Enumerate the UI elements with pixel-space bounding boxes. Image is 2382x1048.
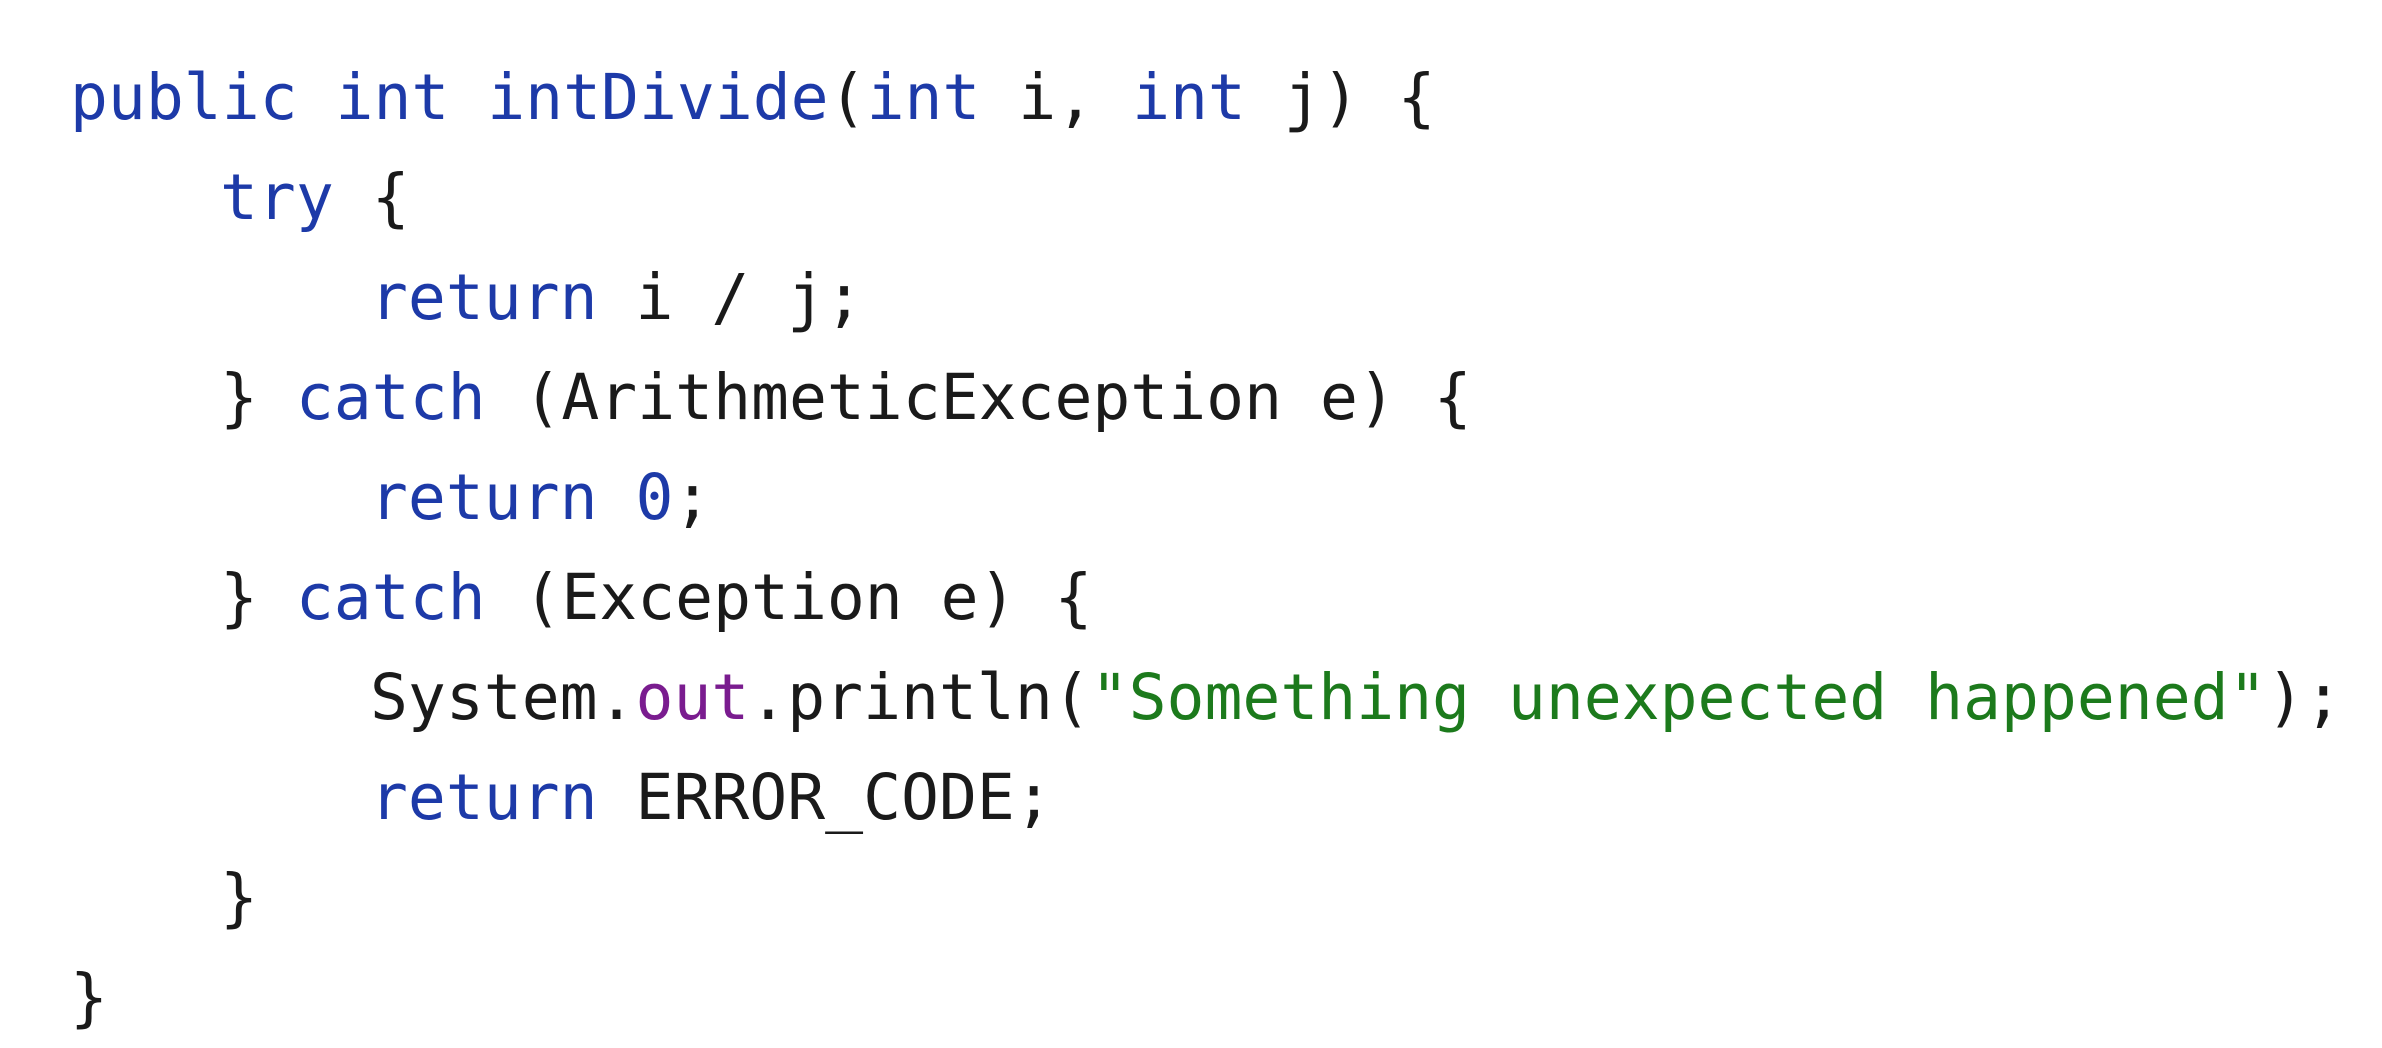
code-token-string: "Something unexpected happened" [1090,661,2267,734]
code-line-return-error-code: return ERROR_CODE; [370,748,1053,848]
code-token-keyword: try [220,161,334,234]
code-token-plain: ; [673,461,712,534]
code-token-plain: } [220,861,258,934]
code-line-println: System.out.println("Something unexpected… [370,648,2342,748]
code-token-keyword: catch [295,561,486,634]
code-token-plain: ); [2266,661,2343,734]
code-token-plain: (ArithmeticException e) { [485,361,1472,434]
code-token-plain: (Exception e) { [485,561,1093,634]
code-token-plain: System. [370,661,636,734]
code-token-keyword: catch [295,361,486,434]
code-token-plain: } [220,361,296,434]
code-line-try-open: try { [220,148,410,248]
code-view: public int intDivide(int i, int j) { try… [70,48,2360,1034]
code-token-keyword: return [370,461,598,534]
code-token-plain: ERROR_CODE; [597,761,1053,834]
code-token-keyword: public [70,61,298,134]
code-token-plain: { [333,161,410,234]
code-token-plain: i / j; [597,261,864,334]
code-line-return-zero: return 0; [370,448,711,548]
code-line-method-signature: public int intDivide(int i, int j) { [70,48,1436,148]
code-token-plain: j) { [1245,61,1436,134]
code-token-plain: ( [828,61,867,134]
code-token-plain: } [220,561,296,634]
code-token-keyword: int [335,61,450,134]
code-line-catch-arithmetic: } catch (ArithmeticException e) { [220,348,1472,448]
code-token-plain: } [70,961,108,1034]
code-token-field: out [635,661,750,734]
code-token-keyword: intDivide [487,61,829,134]
code-token-number: 0 [635,461,674,534]
code-line-method-close: } [70,948,108,1048]
code-line-catch-exception: } catch (Exception e) { [220,548,1092,648]
code-token-plain: .println( [749,661,1091,734]
code-token-plain: i, [980,61,1133,134]
code-token-keyword: int [866,61,981,134]
code-token-keyword: return [370,261,598,334]
code-token-keyword: return [370,761,598,834]
code-token-keyword: int [1132,61,1246,134]
code-line-return-divide: return i / j; [370,248,863,348]
code-line-catch-close: } [220,848,258,948]
